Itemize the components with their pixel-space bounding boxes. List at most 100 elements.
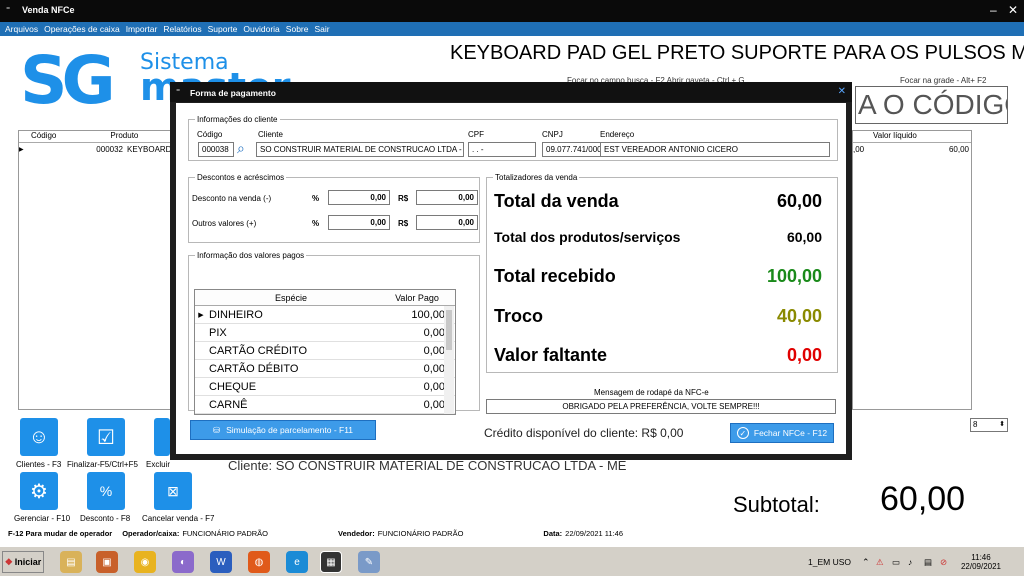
menu-arquivos[interactable]: Arquivos (5, 24, 38, 34)
especie-cell: CHEQUE (209, 380, 257, 393)
menu-suporte[interactable]: Suporte (208, 24, 238, 34)
payment-grid[interactable]: Espécie Valor Pago ▶ DINHEIRO 100,00 PIX 0,… (194, 289, 456, 415)
menu-sobre[interactable]: Sobre (286, 24, 309, 34)
simulacao-parcelamento-button[interactable]: ⛁ Simulação de parcelamento - F11 (190, 420, 376, 440)
outros-rs-field[interactable]: 0,00 (416, 215, 478, 230)
row-indicator-icon: ▶ (19, 146, 24, 153)
user-icon: ☺ (28, 425, 50, 448)
desconto-pct-field[interactable]: 0,00 (328, 190, 390, 205)
clientes-button[interactable]: ☺ (20, 418, 58, 456)
menu-relatorios[interactable]: Relatórios (163, 24, 201, 34)
window-title: Venda NFCe (22, 5, 75, 15)
cpf-label: CPF (468, 130, 484, 139)
payment-row-carne[interactable]: CARNÊ 0,00 (195, 396, 455, 414)
close-button[interactable]: ✕ (1008, 3, 1018, 17)
check-icon: ✓ (736, 427, 749, 439)
outros-rs-sign: R$ (398, 219, 409, 228)
table-row[interactable]: ▶ 000032 KEYBOARD (19, 143, 177, 155)
minimize-button[interactable]: – (990, 3, 997, 17)
rodape-field[interactable]: OBRIGADO PELA PREFERÊNCIA, VOLTE SEMPRE!… (486, 399, 836, 414)
valor-cell: 0,00 (423, 380, 445, 393)
col-codigo: Código (31, 131, 57, 140)
clock-date: 22/09/2021 (960, 562, 1002, 571)
volume-icon[interactable]: ♪ (908, 557, 924, 567)
payment-grid-scrollbar[interactable] (444, 306, 454, 414)
stepper-arrows-icon[interactable]: ⬍ (999, 419, 1005, 431)
simulacao-label: Simulação de parcelamento - F11 (226, 425, 354, 435)
cancel-doc-icon: ⊠ (167, 482, 179, 499)
payment-dialog: ⁼ Forma de pagamento ✕ Informações do cl… (170, 82, 852, 460)
status-vendedor-label: Vendedor: (338, 528, 375, 538)
codigo-search-input[interactable]: A O CÓDIGO (855, 86, 1008, 124)
network-icon[interactable]: ▭ (892, 557, 908, 568)
cliente-label: Cliente (258, 130, 283, 139)
security-icon[interactable]: ⊘ (940, 557, 956, 568)
payment-row-pix[interactable]: PIX 0,00 (195, 324, 455, 342)
scrollbar-thumb[interactable] (446, 310, 452, 350)
paint-taskbar-icon[interactable]: ✎ (358, 551, 380, 573)
desconto-button[interactable]: % (87, 472, 125, 510)
endereco-field[interactable]: EST VEREADOR ANTONIO CICERO (600, 142, 830, 157)
items-grid-right[interactable]: Valor líquido ,00 60,00 (852, 130, 972, 410)
valor-cell: 0,00 (423, 362, 445, 375)
outros-pct-sign: % (312, 219, 320, 228)
clock[interactable]: 11:46 22/09/2021 (956, 553, 1006, 571)
codigo-label: Código (197, 130, 223, 139)
app-taskbar-icon[interactable]: ◐ (172, 551, 194, 573)
cancelar-venda-label: Cancelar venda - F7 (142, 514, 215, 523)
items-grid[interactable]: Código Produto ▶ 000032 KEYBOARD (18, 130, 178, 410)
edge-taskbar-icon[interactable]: e (286, 551, 308, 573)
firefox-taskbar-icon[interactable]: ◍ (248, 551, 270, 573)
table-row[interactable]: ,00 60,00 (853, 143, 971, 155)
especie-cell: CARNÊ (209, 398, 248, 411)
hint-grade: Focar na grade - Alt+ F2 (900, 76, 987, 85)
finalizar-button[interactable]: ☑ (87, 418, 125, 456)
grid-header: Código Produto (19, 131, 177, 143)
explorer-taskbar-icon[interactable]: ▤ (60, 551, 82, 573)
printer-icon[interactable]: ▤ (924, 557, 940, 568)
alert-icon[interactable]: ⚠ (876, 557, 892, 568)
cpf-field[interactable]: . . - (468, 142, 536, 157)
payment-row-debito[interactable]: CARTÃO DÉBITO 0,00 (195, 360, 455, 378)
excluir-item-label: Excluir item - F6 (146, 460, 170, 469)
payment-row-dinheiro[interactable]: ▶ DINHEIRO 100,00 (195, 306, 455, 324)
app-icon: ⁼ (6, 5, 11, 14)
especie-cell: CARTÃO DÉBITO (209, 362, 299, 375)
cancelar-venda-button[interactable]: ⊠ (154, 472, 192, 510)
payment-row-credito[interactable]: CARTÃO CRÉDITO 0,00 (195, 342, 455, 360)
fechar-nfce-label: Fechar NFCe - F12 (753, 428, 828, 438)
desconto-rs-field[interactable]: 0,00 (416, 190, 478, 205)
status-data-label: Data: (543, 528, 563, 538)
chrome-taskbar-icon[interactable]: ◉ (134, 551, 156, 573)
start-button[interactable]: ❖ Iniciar (2, 551, 44, 573)
menu-ouvidoria[interactable]: Ouvidoria (243, 24, 279, 34)
fechar-nfce-button[interactable]: ✓ Fechar NFCe - F12 (730, 423, 834, 443)
total-recebido-label: Total recebido (494, 266, 616, 286)
window-titlebar: ⁼ Venda NFCe – ✕ (0, 0, 1024, 22)
codigo-field[interactable]: 000038 (198, 142, 234, 157)
system-tray: 1_EM USO ⌃ ⚠ ▭ ♪ ▤ ⊘ 11:46 22/09/2021 (808, 549, 1022, 575)
dialog-close-icon[interactable]: ✕ (838, 86, 846, 97)
dialog-body: Informações do cliente Código Cliente CP… (176, 103, 846, 454)
word-taskbar-icon[interactable]: W (210, 551, 232, 573)
menu-operacoes[interactable]: Operações de caixa (44, 24, 120, 34)
cnpj-label: CNPJ (542, 130, 563, 139)
pagos-section-title: Informação dos valores pagos (197, 251, 305, 260)
gerenciar-button[interactable]: ⚙ (20, 472, 58, 510)
quantity-stepper[interactable]: 8 ⬍ (970, 418, 1008, 432)
payment-row-cheque[interactable]: CHEQUE 0,00 (195, 378, 455, 396)
language-indicator[interactable]: 1_EM USO (808, 557, 862, 567)
menu-importar[interactable]: Importar (126, 24, 158, 34)
status-f12: F-12 Para mudar de operador (8, 528, 113, 538)
outros-pct-field[interactable]: 0,00 (328, 215, 390, 230)
nfce-taskbar-icon[interactable]: ▦ (320, 551, 342, 573)
tray-arrow-icon[interactable]: ⌃ (862, 557, 876, 568)
cliente-field[interactable]: SO CONSTRUIR MATERIAL DE CONSTRUCAO LTDA… (256, 142, 464, 157)
desconto-pct-sign: % (312, 194, 320, 203)
excluir-item-button[interactable] (154, 418, 170, 456)
media-taskbar-icon[interactable]: ▣ (96, 551, 118, 573)
search-icon[interactable]: ⌕ (237, 140, 245, 157)
checklist-icon: ☑ (97, 426, 115, 449)
menu-sair[interactable]: Sair (314, 24, 329, 34)
cell-produto: KEYBOARD (127, 144, 172, 154)
